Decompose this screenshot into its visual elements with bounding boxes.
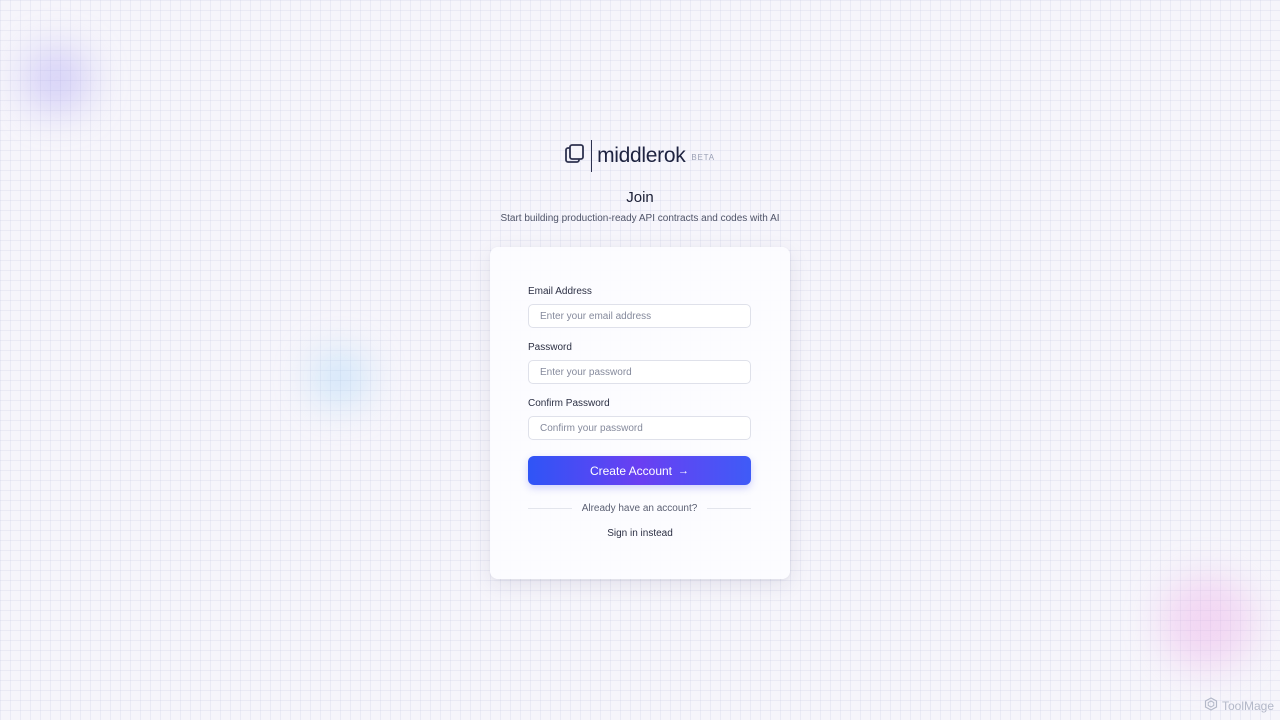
logo-icon xyxy=(565,143,591,170)
arrow-right-icon: → xyxy=(678,464,690,477)
password-label: Password xyxy=(528,342,572,353)
create-account-button[interactable]: Create Account → xyxy=(528,456,751,485)
watermark: ToolMage xyxy=(1204,697,1274,714)
page-subtitle: Start building production-ready API cont… xyxy=(500,213,780,224)
signup-card: Email Address Password Confirm Password … xyxy=(490,247,790,579)
watermark-text: ToolMage xyxy=(1221,698,1274,713)
brand-name: middlerok xyxy=(597,144,686,167)
brand-logo[interactable]: middlerok BETA xyxy=(565,140,715,172)
background-blob-purple xyxy=(22,45,92,115)
password-field[interactable] xyxy=(528,360,751,384)
confirm-password-field[interactable] xyxy=(528,416,751,440)
toolmage-logo-icon xyxy=(1204,697,1222,714)
account-divider: Already have an account? xyxy=(528,502,752,514)
divider-line-right xyxy=(707,507,752,509)
page-title: Join xyxy=(626,189,654,206)
background-blob-blue xyxy=(310,348,370,408)
divider-line-left xyxy=(528,507,572,509)
brand-header: middlerok BETA xyxy=(0,140,1280,172)
email-label: Email Address xyxy=(528,286,592,297)
logo-divider xyxy=(591,140,593,172)
sign-in-link[interactable]: Sign in instead xyxy=(490,528,790,539)
background-blob-pink xyxy=(1160,575,1255,670)
create-account-label: Create Account xyxy=(589,463,673,478)
email-field[interactable] xyxy=(528,304,751,328)
divider-text: Already have an account? xyxy=(581,502,698,514)
confirm-password-label: Confirm Password xyxy=(528,398,610,409)
beta-badge: BETA xyxy=(691,153,715,162)
